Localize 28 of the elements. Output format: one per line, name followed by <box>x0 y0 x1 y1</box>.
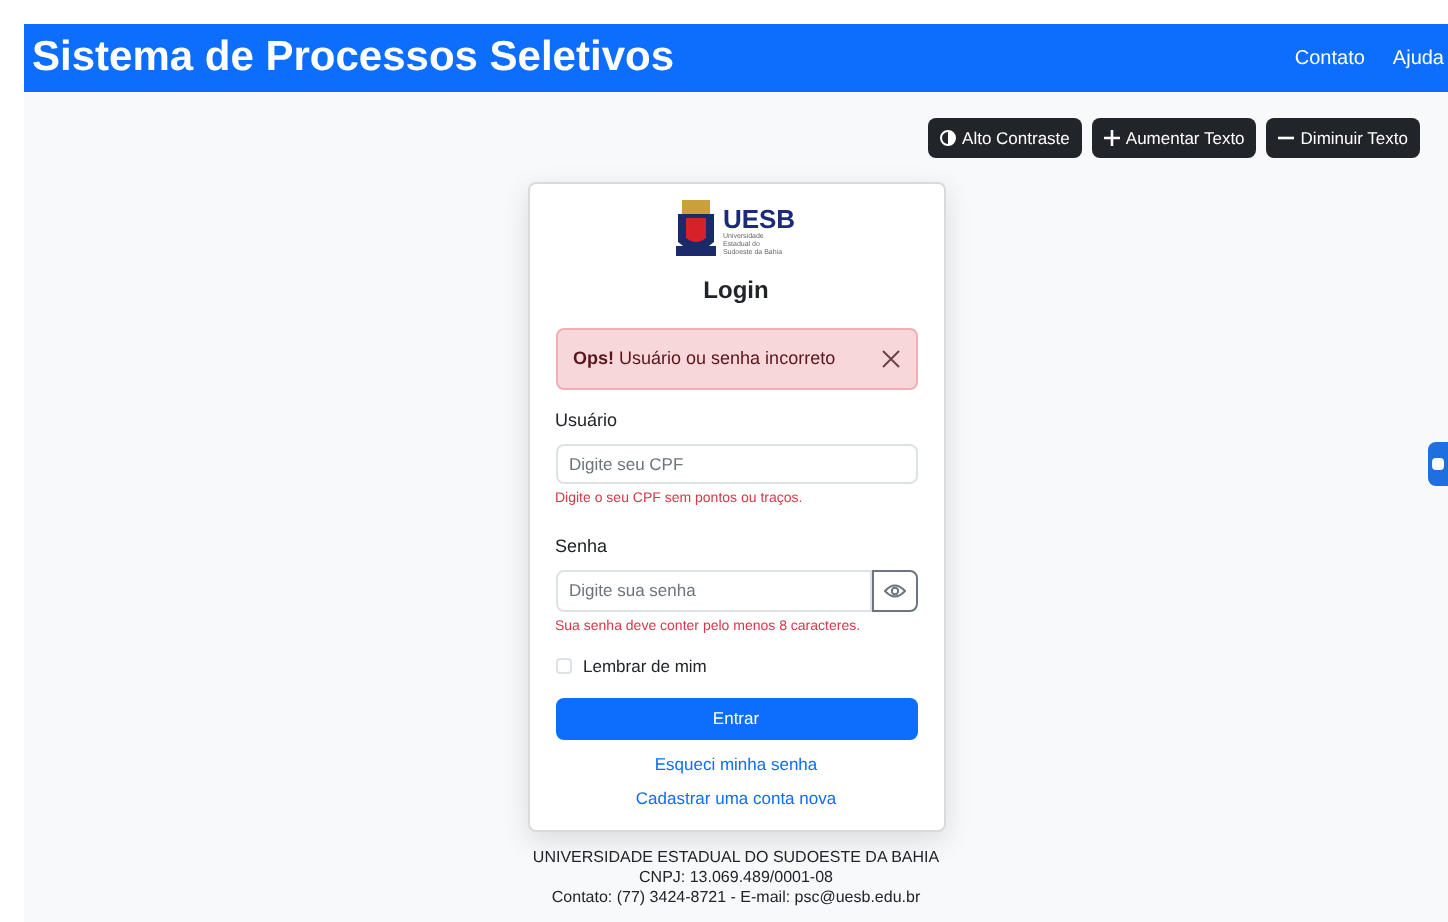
checkbox-label: Lembrar de mim <box>583 654 707 680</box>
show-password-button[interactable] <box>871 569 917 611</box>
logo-text: UESB <box>722 205 796 231</box>
nav-link[interactable]: Contato <box>1294 43 1365 73</box>
accessibility-button[interactable]: Aumentar Texto <box>1091 118 1257 158</box>
close-icon[interactable] <box>881 350 899 368</box>
text-link[interactable]: Cadastrar uma conta nova <box>635 785 837 811</box>
eye-icon <box>883 583 905 597</box>
cpf-input-field[interactable]: Digite seu CPF <box>555 443 917 483</box>
alert-message: Ops! Usuário ou senha incorreto <box>573 345 836 372</box>
crest-logo-icon <box>676 200 717 260</box>
accessibility-button[interactable]: Diminuir Texto <box>1266 118 1420 158</box>
footer-text: UNIVERSIDADE ESTADUAL DO SUDOESTE DA BAHIA <box>532 848 940 869</box>
plus-icon <box>1103 130 1120 146</box>
accessibility-widget-button[interactable] <box>1428 442 1448 486</box>
text-link[interactable]: Esqueci minha senha <box>654 751 818 777</box>
site-title: Sistema de Processos Seletivos <box>32 32 674 85</box>
login-title: Login <box>701 274 771 308</box>
footer-text: CNPJ: 13.069.489/0001-08 <box>639 868 833 889</box>
password-input-field[interactable]: Digite sua senha <box>555 569 871 611</box>
accessibility-button[interactable]: Alto Contraste <box>928 118 1082 158</box>
footer-text: Contato: (77) 3424-8721 - E-mail: psc@uesb.edu.br <box>551 888 921 909</box>
field-label: Senha <box>555 534 610 560</box>
nav-link[interactable]: Ajuda <box>1392 43 1444 73</box>
contrast-icon <box>940 130 957 146</box>
field-label: Usuário <box>555 408 620 434</box>
login-button[interactable]: Entrar <box>555 697 917 740</box>
remember-checkbox[interactable] <box>555 658 571 675</box>
